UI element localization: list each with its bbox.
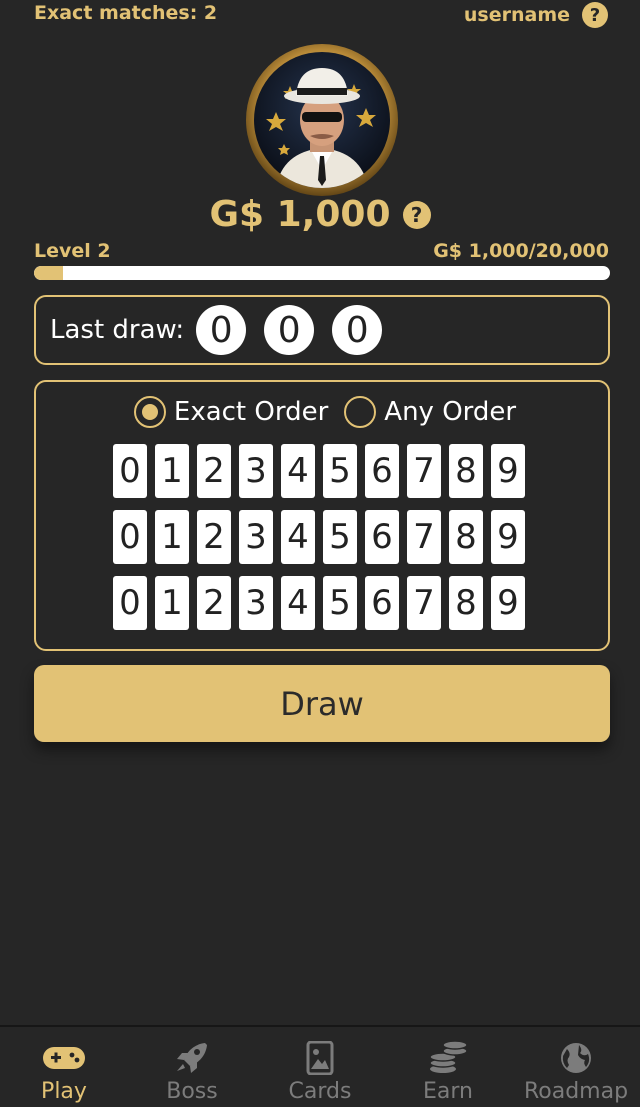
help-icon[interactable]: ? bbox=[582, 2, 608, 28]
bottom-nav: Play Boss Cards Earn Roadmap bbox=[0, 1025, 640, 1107]
digit-tile[interactable]: 8 bbox=[449, 576, 483, 630]
level-label: Level 2 bbox=[34, 240, 111, 262]
any-order-radio[interactable] bbox=[344, 396, 377, 428]
digit-row-3: 0123456789 bbox=[113, 576, 525, 630]
exact-order-radio[interactable] bbox=[133, 396, 166, 428]
any-order-option[interactable]: Any Order bbox=[344, 396, 516, 428]
nav-item-cards[interactable]: Cards bbox=[256, 1027, 384, 1107]
nav-label: Cards bbox=[288, 1079, 352, 1104]
digit-tile[interactable]: 5 bbox=[323, 510, 357, 564]
exact-order-option[interactable]: Exact Order bbox=[133, 396, 329, 428]
balance-display: G$ 1,000 ? bbox=[0, 194, 640, 235]
digit-tile[interactable]: 3 bbox=[239, 510, 273, 564]
nav-label: Roadmap bbox=[523, 1079, 629, 1104]
digit-tile[interactable]: 5 bbox=[323, 576, 357, 630]
balance-help-icon[interactable]: ? bbox=[402, 200, 431, 229]
exact-order-label: Exact Order bbox=[173, 397, 329, 427]
digit-tile[interactable]: 2 bbox=[197, 510, 231, 564]
nav-item-earn[interactable]: Earn bbox=[384, 1027, 512, 1107]
level-progress-text: G$ 1,000/20,000 bbox=[433, 240, 609, 262]
last-draw-digit: 0 bbox=[332, 305, 383, 355]
nav-label: Boss bbox=[166, 1079, 218, 1104]
digit-tile[interactable]: 3 bbox=[239, 444, 273, 498]
digit-tile[interactable]: 2 bbox=[197, 444, 231, 498]
digit-tile[interactable]: 0 bbox=[113, 510, 147, 564]
nav-label: Earn bbox=[423, 1079, 473, 1104]
digit-tile[interactable]: 3 bbox=[239, 576, 273, 630]
balance-amount: G$ 1,000 bbox=[209, 194, 391, 235]
digit-tile[interactable]: 7 bbox=[407, 510, 441, 564]
nav-item-roadmap[interactable]: Roadmap bbox=[512, 1027, 640, 1107]
order-mode-group: Exact Order Any Order bbox=[36, 396, 608, 428]
digit-tile[interactable]: 7 bbox=[407, 444, 441, 498]
digit-tile[interactable]: 9 bbox=[491, 576, 525, 630]
digit-tile[interactable]: 0 bbox=[113, 576, 147, 630]
digit-tile[interactable]: 6 bbox=[365, 510, 399, 564]
avatar bbox=[246, 44, 398, 196]
last-draw-digit: 0 bbox=[196, 305, 247, 355]
digit-tile[interactable]: 6 bbox=[365, 444, 399, 498]
nav-item-boss[interactable]: Boss bbox=[128, 1027, 256, 1107]
digit-tile[interactable]: 5 bbox=[323, 444, 357, 498]
digit-tile[interactable]: 7 bbox=[407, 576, 441, 630]
rocket-icon bbox=[177, 1043, 207, 1073]
gamepad-icon bbox=[43, 1047, 85, 1069]
digit-tile[interactable]: 4 bbox=[281, 510, 315, 564]
digit-tile[interactable]: 8 bbox=[449, 510, 483, 564]
digit-tile[interactable]: 1 bbox=[155, 510, 189, 564]
coins-icon bbox=[429, 1041, 468, 1073]
digit-tile[interactable]: 9 bbox=[491, 444, 525, 498]
digit-tile[interactable]: 2 bbox=[197, 576, 231, 630]
any-order-label: Any Order bbox=[384, 397, 517, 427]
card-image-icon bbox=[306, 1041, 334, 1075]
digit-tile[interactable]: 8 bbox=[449, 444, 483, 498]
digit-tile[interactable]: 1 bbox=[155, 444, 189, 498]
digit-tile[interactable]: 9 bbox=[491, 510, 525, 564]
nav-label: Play bbox=[41, 1079, 87, 1104]
digit-tile[interactable]: 4 bbox=[281, 576, 315, 630]
last-draw-digit: 0 bbox=[264, 305, 315, 355]
digit-tile[interactable]: 6 bbox=[365, 576, 399, 630]
globe-icon bbox=[561, 1043, 591, 1073]
username-label[interactable]: username bbox=[464, 4, 570, 26]
digit-tile[interactable]: 0 bbox=[113, 444, 147, 498]
level-progress-fill bbox=[34, 266, 63, 280]
digit-tile[interactable]: 1 bbox=[155, 576, 189, 630]
digit-row-1: 0123456789 bbox=[113, 444, 525, 498]
user-area: username ? bbox=[464, 2, 608, 28]
nav-item-play[interactable]: Play bbox=[0, 1027, 128, 1107]
radio-selected-dot bbox=[141, 404, 158, 420]
exact-matches-counter: Exact matches: 2 bbox=[34, 2, 218, 24]
last-draw-panel: Last draw: 0 0 0 bbox=[34, 295, 610, 365]
draw-button[interactable]: Draw bbox=[34, 665, 610, 742]
level-row: Level 2 G$ 1,000/20,000 bbox=[34, 240, 609, 262]
number-picker-panel: Exact Order Any Order 0123456789 0123456… bbox=[34, 380, 610, 651]
digit-tile[interactable]: 4 bbox=[281, 444, 315, 498]
last-draw-label: Last draw: bbox=[50, 315, 185, 345]
digit-row-2: 0123456789 bbox=[113, 510, 525, 564]
level-progress-bar bbox=[34, 266, 610, 280]
mobster-avatar-image bbox=[254, 52, 390, 188]
